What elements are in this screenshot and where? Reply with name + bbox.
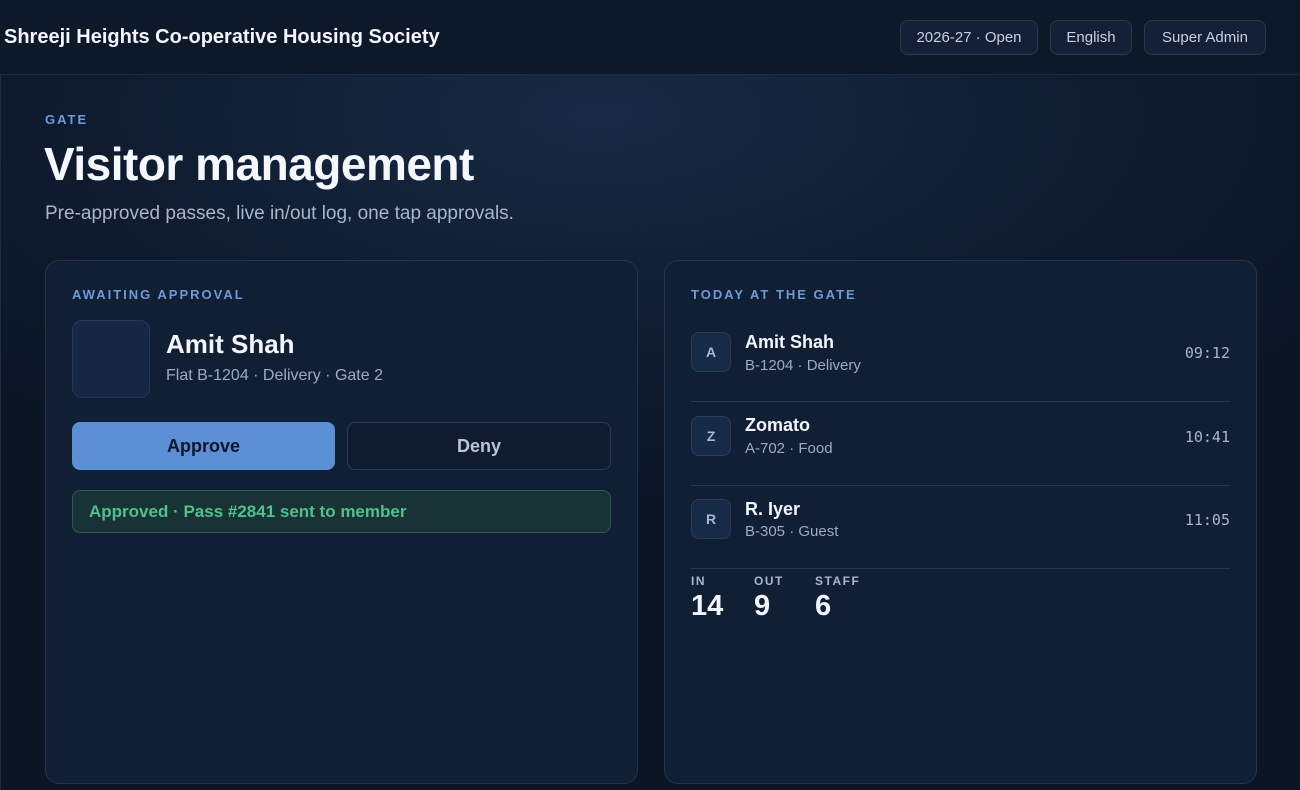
avatar: A xyxy=(691,332,731,372)
log-time: 10:41 xyxy=(1184,428,1230,446)
avatar: R xyxy=(691,499,731,539)
log-visitor-meta: B-1204 · Delivery xyxy=(745,357,861,374)
awaiting-approval-card: AWAITING APPROVAL Amit Shah Flat B-1204 … xyxy=(45,260,638,784)
gate-log-row[interactable]: A Amit Shah B-1204 · Delivery 09:12 xyxy=(691,319,1230,402)
visitor-details: Flat B-1204 · Delivery · Gate 2 xyxy=(166,367,383,384)
role-button[interactable]: Super Admin xyxy=(1144,20,1266,55)
top-bar: Shreeji Heights Co-operative Housing Soc… xyxy=(0,0,1300,75)
stat-label: OUT xyxy=(754,574,784,588)
visitor-photo xyxy=(72,320,150,398)
approve-button[interactable]: Approve xyxy=(72,422,335,470)
log-visitor-meta: B-305 · Guest xyxy=(745,523,839,540)
stat-value: 6 xyxy=(815,590,832,622)
stat-label: STAFF xyxy=(815,574,861,588)
stat-value: 9 xyxy=(754,590,771,622)
section-eyebrow: GATE xyxy=(45,112,89,127)
log-visitor-name: R. Iyer xyxy=(745,499,801,519)
stat-out: OUT 9 xyxy=(754,574,784,623)
log-visitor-name: Amit Shah xyxy=(745,332,835,352)
today-at-gate-card: TODAY AT THE GATE A Amit Shah B-1204 · D… xyxy=(664,260,1257,784)
stat-value: 14 xyxy=(691,590,724,622)
gate-log-row[interactable]: R R. Iyer B-305 · Guest 11:05 xyxy=(691,486,1230,569)
society-name: Shreeji Heights Co-operative Housing Soc… xyxy=(4,26,440,48)
deny-button[interactable]: Deny xyxy=(347,422,611,470)
stat-staff: STAFF 6 xyxy=(815,574,860,623)
approval-notice: Approved · Pass #2841 sent to member xyxy=(72,490,611,533)
avatar: Z xyxy=(691,416,731,456)
stat-label: IN xyxy=(691,574,706,588)
visitor-name: Amit Shah xyxy=(166,329,295,359)
gate-log-row[interactable]: Z Zomato A-702 · Food 10:41 xyxy=(691,403,1230,486)
log-visitor-name: Zomato xyxy=(745,415,810,435)
page-subtitle: Pre-approved passes, live in/out log, on… xyxy=(45,203,514,224)
card-label: TODAY AT THE GATE xyxy=(691,287,857,302)
stat-in: IN 14 xyxy=(691,574,723,623)
main-content: GATE Visitor management Pre-approved pas… xyxy=(0,75,1300,790)
financial-year-button[interactable]: 2026-27 · Open xyxy=(900,20,1038,55)
log-time: 09:12 xyxy=(1184,344,1230,362)
log-visitor-meta: A-702 · Food xyxy=(745,440,833,457)
log-time: 11:05 xyxy=(1184,511,1230,529)
card-label: AWAITING APPROVAL xyxy=(72,287,245,302)
page-title: Visitor management xyxy=(44,138,474,190)
language-button[interactable]: English xyxy=(1050,20,1132,55)
